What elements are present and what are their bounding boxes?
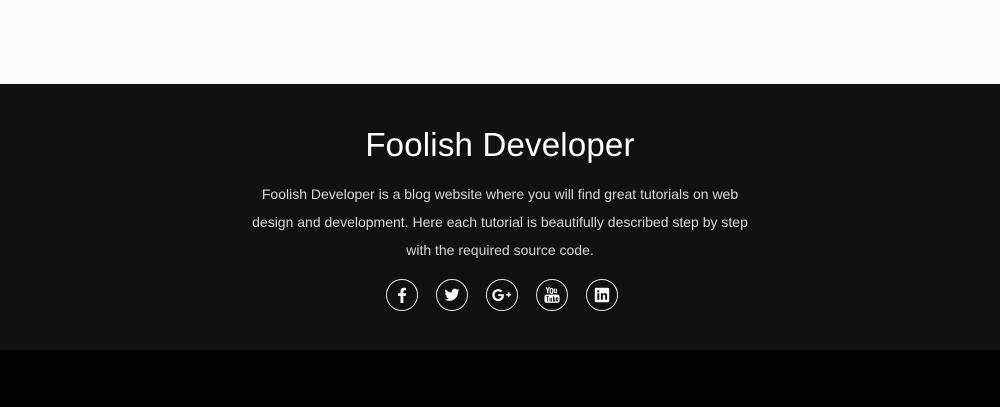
twitter-link[interactable] xyxy=(436,279,468,311)
twitter-icon xyxy=(444,287,460,303)
google-plus-link[interactable] xyxy=(486,279,518,311)
footer-description: Foolish Developer is a blog website wher… xyxy=(252,186,748,258)
social-links xyxy=(0,279,1000,311)
google-plus-icon xyxy=(492,288,512,302)
linkedin-icon xyxy=(594,287,610,303)
footer: Foolish Developer Foolish Developer is a… xyxy=(0,84,1000,350)
top-blank-area xyxy=(0,0,1000,84)
youtube-link[interactable] xyxy=(536,279,568,311)
youtube-icon xyxy=(543,286,561,304)
linkedin-link[interactable] xyxy=(586,279,618,311)
facebook-icon xyxy=(394,287,410,303)
footer-title: Foolish Developer xyxy=(365,126,635,163)
facebook-link[interactable] xyxy=(386,279,418,311)
bottom-bar xyxy=(0,350,1000,407)
